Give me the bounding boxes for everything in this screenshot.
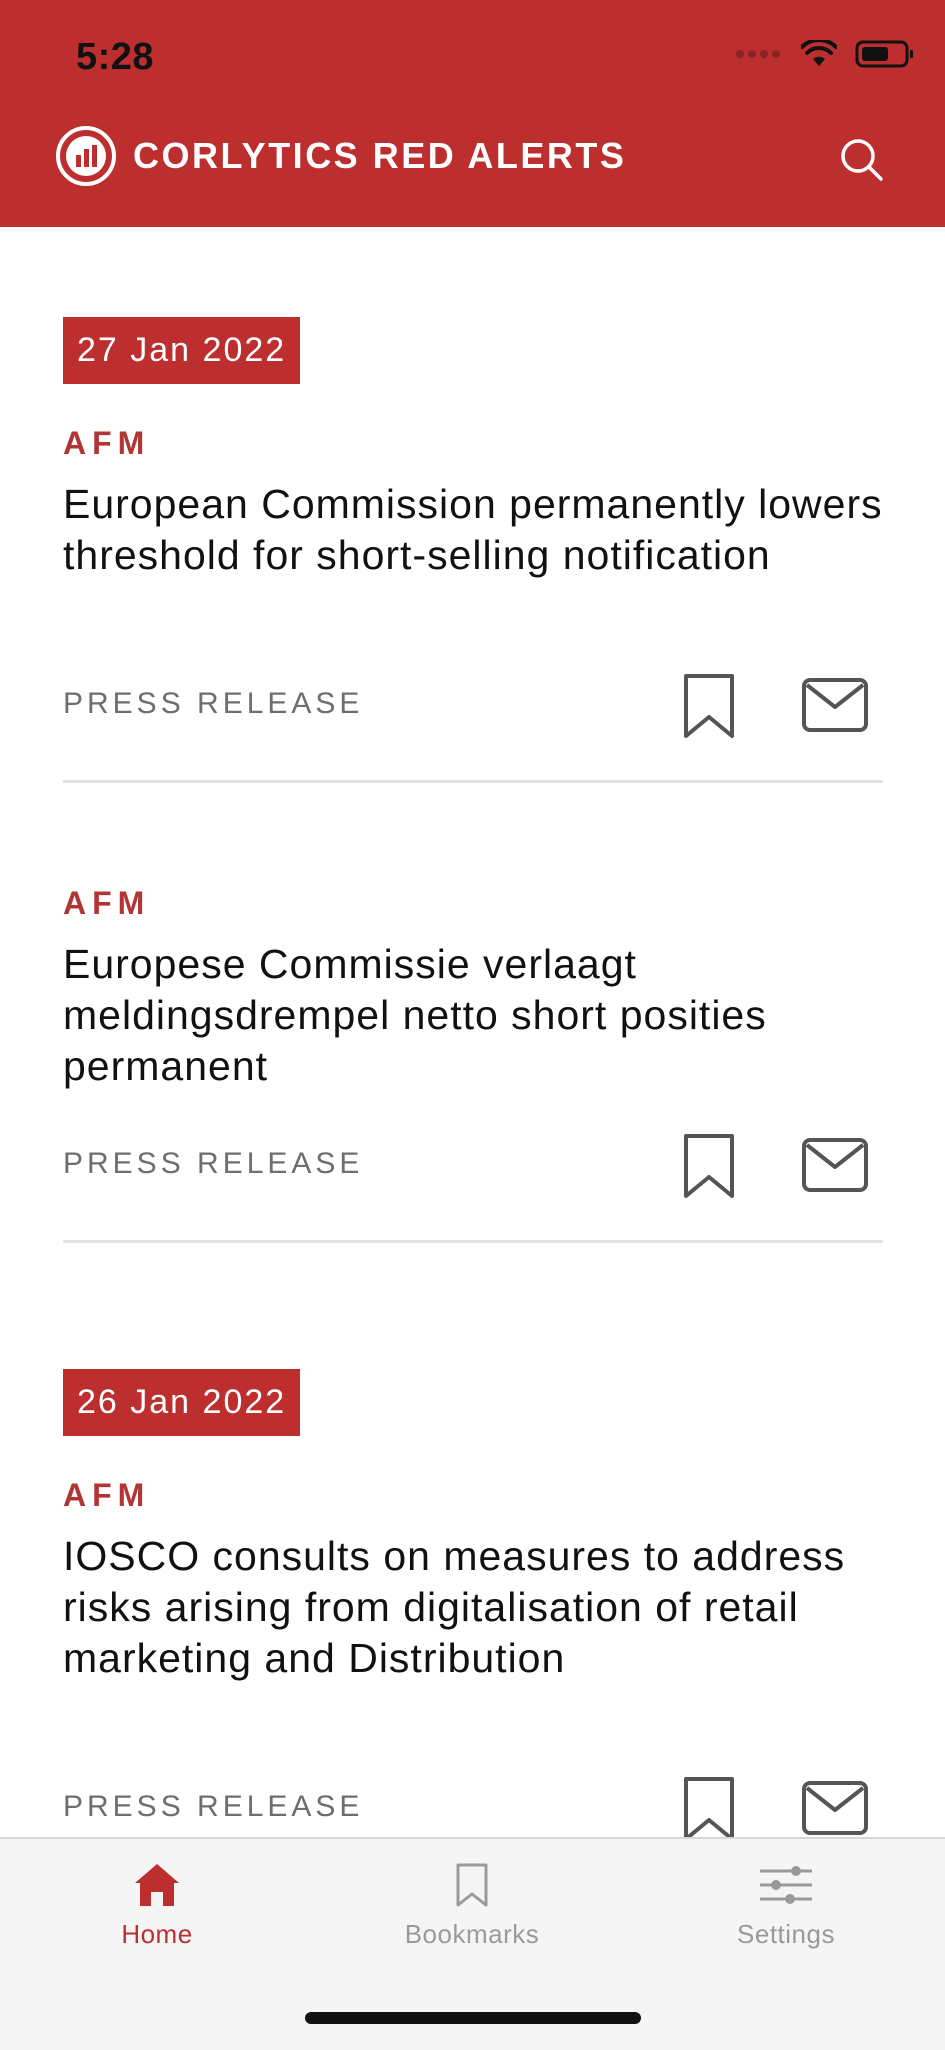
- home-indicator: [305, 2012, 641, 2024]
- sliders-icon: [760, 1866, 812, 1904]
- source-label: AFM: [63, 885, 151, 921]
- bookmark-icon: [684, 674, 734, 738]
- tab-settings[interactable]: Settings: [686, 1861, 886, 1950]
- tab-home[interactable]: Home: [57, 1861, 257, 1950]
- tab-bookmarks-label: Bookmarks: [404, 1919, 540, 1949]
- app-header: 5:28 CORLYTICS RED ALERTS: [0, 0, 945, 227]
- app-title: CORLYTICS RED ALERTS: [133, 135, 627, 176]
- email-button[interactable]: [801, 1137, 869, 1198]
- tab-settings-label: Settings: [737, 1919, 835, 1949]
- alert-type: PRESS RELEASE: [63, 687, 364, 720]
- source-label: AFM: [63, 425, 151, 461]
- status-time: 5:28: [76, 36, 155, 78]
- search-button[interactable]: [837, 135, 885, 183]
- email-icon: [802, 1781, 868, 1835]
- tab-home-label: Home: [121, 1919, 193, 1949]
- source-label: AFM: [63, 1477, 151, 1513]
- alerts-feed[interactable]: 27 Jan 2022 AFM European Commission perm…: [0, 227, 945, 1837]
- alert-type: PRESS RELEASE: [63, 1147, 364, 1180]
- date-badge: 27 Jan 2022: [63, 317, 301, 384]
- date-badge: 26 Jan 2022: [63, 1369, 301, 1436]
- brand: CORLYTICS RED ALERTS: [55, 125, 626, 187]
- wifi-icon: [801, 40, 837, 66]
- battery-icon: [855, 40, 913, 68]
- item-divider: [63, 780, 883, 783]
- alert-type: PRESS RELEASE: [63, 1790, 364, 1823]
- email-button[interactable]: [801, 1780, 869, 1837]
- bookmark-icon: [684, 1777, 734, 1837]
- email-icon: [802, 678, 868, 732]
- alert-title[interactable]: European Commission permanently lowers t…: [63, 479, 903, 581]
- search-icon: [841, 139, 883, 181]
- home-icon: [135, 1864, 179, 1906]
- corlytics-logo: [56, 126, 116, 186]
- alert-title[interactable]: Europese Commissie verlaagt meldingsdrem…: [63, 939, 903, 1092]
- bookmark-button[interactable]: [683, 673, 735, 744]
- email-icon: [802, 1138, 868, 1192]
- bookmark-button[interactable]: [683, 1776, 735, 1837]
- item-divider: [63, 1240, 883, 1243]
- tab-bookmarks[interactable]: Bookmarks: [372, 1861, 572, 1950]
- email-button[interactable]: [801, 677, 869, 738]
- bookmark-icon: [684, 1134, 734, 1198]
- bookmark-button[interactable]: [683, 1133, 735, 1204]
- alert-title[interactable]: IOSCO consults on measures to address ri…: [63, 1531, 903, 1684]
- bookmark-icon: [456, 1863, 488, 1907]
- signal-icon: [736, 50, 780, 58]
- status-icons: [735, 40, 915, 68]
